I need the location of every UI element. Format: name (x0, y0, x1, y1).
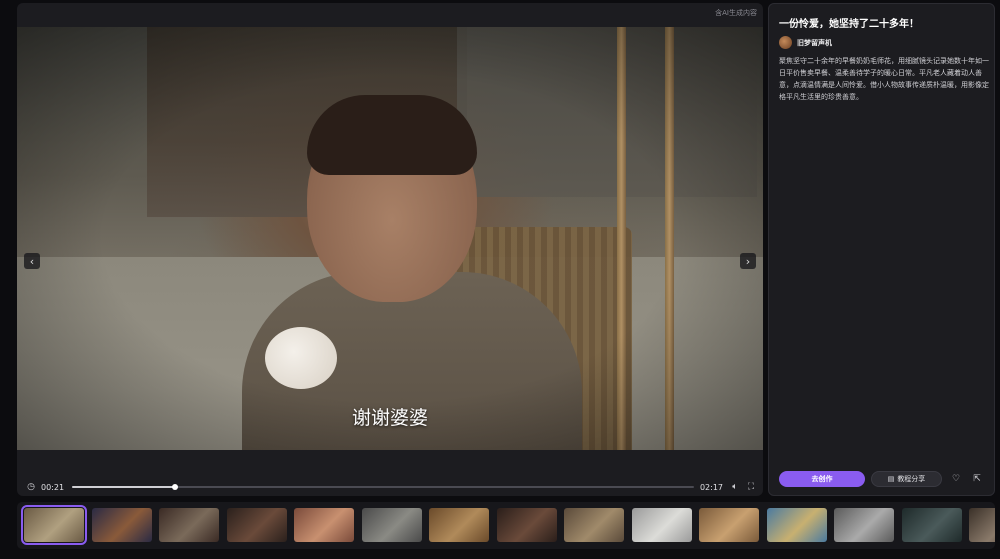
thumbnail-item[interactable] (159, 508, 219, 542)
player-controls: ◷ 00:21 02:17 🔈︎ ⛶ (17, 477, 763, 496)
share-icon[interactable]: ⇱ (970, 474, 984, 484)
video-subtitle: 谢谢婆婆 (351, 407, 428, 429)
video-frame[interactable]: 谢谢婆婆 ‹ › (17, 27, 763, 450)
video-title: 一份怜爱，她坚持了二十多年！ (779, 19, 919, 30)
thumbnail-item[interactable] (834, 508, 894, 542)
thumbnail-item[interactable] (91, 508, 152, 542)
thumbnail-strip[interactable] (17, 502, 995, 549)
heart-icon[interactable]: ♡ (949, 474, 963, 484)
thumbnail-item[interactable] (294, 508, 354, 542)
author-info[interactable]: 旧梦留声机 (779, 36, 832, 49)
thumbnail-item[interactable] (429, 508, 489, 542)
avatar[interactable] (779, 36, 792, 49)
chevron-left-icon: ‹ (29, 254, 35, 268)
thumbnail-item[interactable] (226, 508, 287, 542)
chevron-right-icon: › (745, 254, 751, 268)
scene-vignette (17, 27, 763, 450)
thumbnail-item[interactable] (21, 505, 87, 545)
thumbnail-item[interactable] (361, 508, 422, 542)
thumbnail-item[interactable] (564, 508, 624, 542)
fullscreen-icon[interactable]: ⛶ (745, 482, 757, 492)
volume-icon[interactable]: 🔈︎ (729, 482, 741, 492)
next-video-button[interactable]: › (740, 253, 756, 269)
progress-bar[interactable] (72, 484, 694, 490)
progress-handle[interactable] (172, 484, 179, 490)
prev-video-button[interactable]: ‹ (24, 253, 40, 269)
thumbnail-item[interactable] (631, 508, 692, 542)
progress-fill (72, 486, 176, 488)
author-name[interactable]: 旧梦留声机 (797, 38, 832, 48)
action-bar: 去创作 ▤ 教程分享 ♡ ⇱ (779, 471, 984, 487)
thumbnail-item[interactable] (969, 508, 995, 542)
thumbnail-item[interactable] (699, 508, 759, 542)
ai-content-label: 含AI生成内容 (715, 9, 757, 17)
thumbnail-item[interactable] (901, 508, 962, 542)
thumbnail-item[interactable] (496, 508, 557, 542)
video-description: 聚焦坚守二十余年的早餐奶奶毛师花，用细腻镜头记录她数十年如一日平价售卖早餐、温柔… (779, 57, 989, 101)
tutorial-share-button[interactable]: ▤ 教程分享 (871, 471, 942, 487)
create-button[interactable]: 去创作 (779, 471, 865, 487)
video-details-panel: 一份怜爱，她坚持了二十多年！ 旧梦留声机 聚焦坚守二十余年的早餐奶奶毛师花，用细… (768, 3, 995, 496)
thumbnail-item[interactable] (766, 508, 827, 542)
book-icon: ▤ (887, 475, 895, 483)
duration-time: 02:17 (699, 482, 723, 492)
current-time: 00:21 (41, 482, 65, 492)
pause-icon[interactable]: ◷ (25, 482, 37, 492)
video-player: 含AI生成内容 谢谢婆婆 ‹ › ◷ 00:21 02:17 🔈︎ ⛶ (17, 3, 763, 496)
tutorial-share-label: 教程分享 (897, 475, 926, 483)
